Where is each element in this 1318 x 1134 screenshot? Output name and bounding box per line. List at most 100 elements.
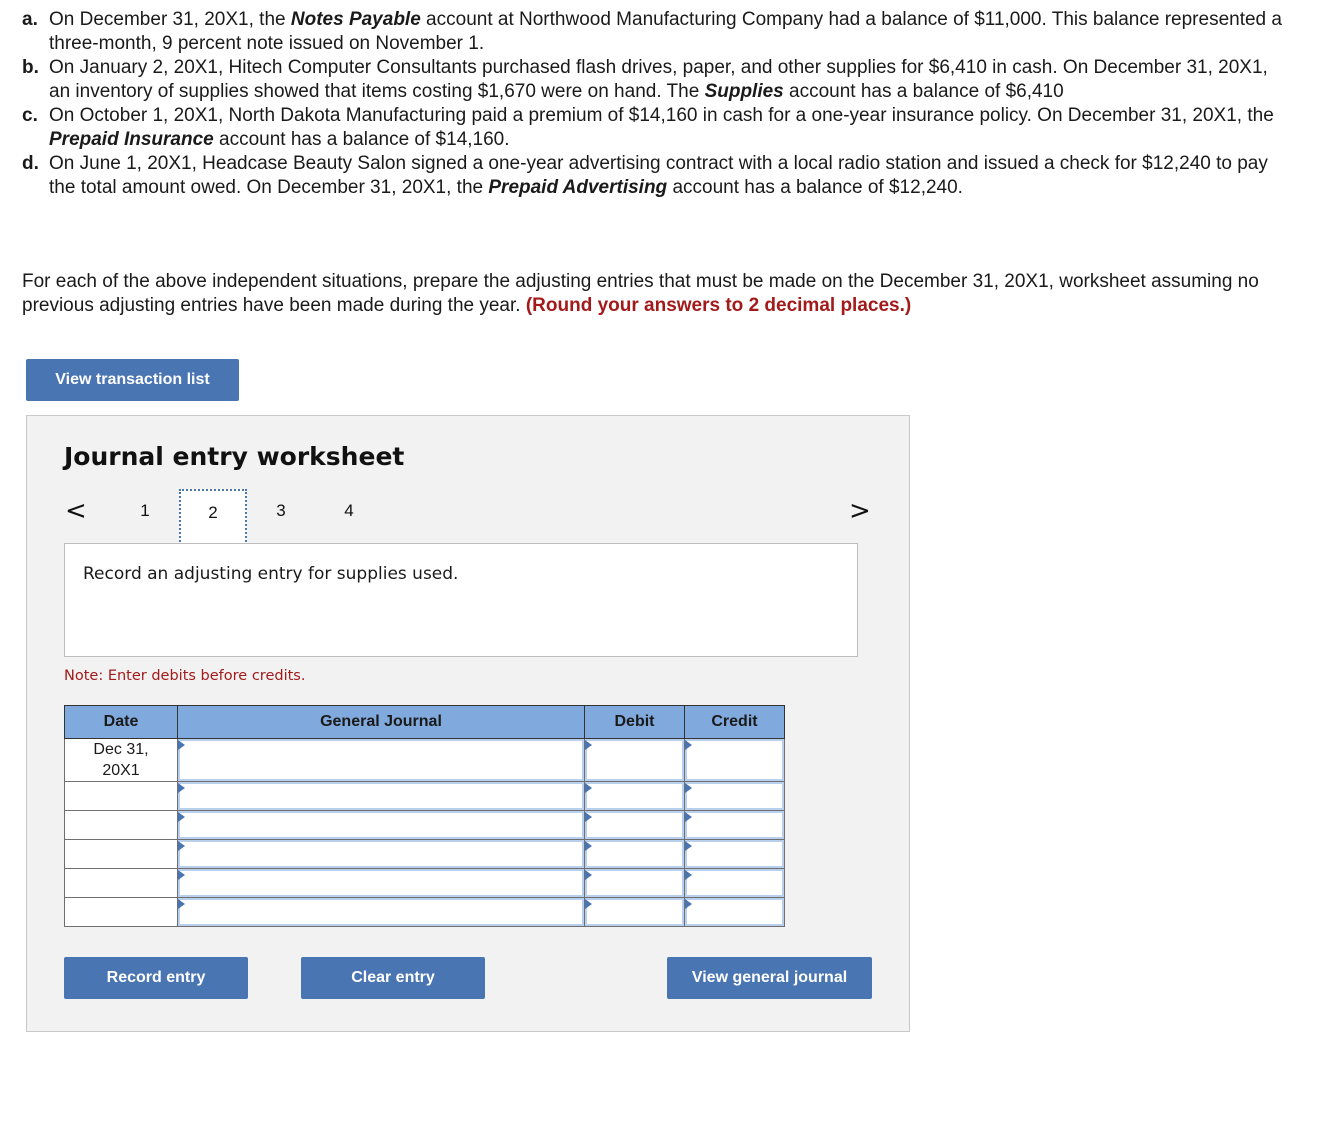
- problem-label: c.: [22, 105, 38, 126]
- chevron-right-icon[interactable]: >: [849, 496, 871, 526]
- debit-credit-note: Note: Enter debits before credits.: [64, 668, 306, 684]
- account-name: Supplies: [704, 81, 784, 102]
- view-general-journal-button[interactable]: View general journal: [667, 957, 872, 999]
- debit-input-cell: [584, 738, 685, 782]
- problem-item: b. On January 2, 20X1, Hitech Computer Co…: [22, 56, 1282, 104]
- dropdown-indicator-icon: [178, 870, 185, 880]
- step-tabs: 1234: [111, 489, 383, 546]
- dropdown-indicator-icon: [585, 812, 592, 822]
- credit-input[interactable]: [685, 739, 784, 781]
- credit-input[interactable]: [685, 869, 784, 897]
- date-cell: [64, 897, 178, 927]
- problem-text-segment: On October 1, 20X1, North Dakota Manufac…: [49, 105, 1274, 126]
- view-transaction-list-button[interactable]: View transaction list: [26, 359, 239, 401]
- credit-input[interactable]: [685, 898, 784, 926]
- problem-text: On October 1, 20X1, North Dakota Manufac…: [49, 104, 1282, 152]
- header-credit: Credit: [684, 705, 785, 739]
- chevron-left-icon[interactable]: <: [65, 496, 87, 526]
- debit-input-cell: [584, 839, 685, 869]
- step-tab-3[interactable]: 3: [247, 489, 315, 543]
- credit-input[interactable]: [685, 782, 784, 810]
- entry-prompt-box: Record an adjusting entry for supplies u…: [64, 543, 858, 657]
- entry-prompt: Record an adjusting entry for supplies u…: [83, 564, 459, 584]
- debit-input[interactable]: [585, 898, 684, 926]
- account-select-cell: [177, 781, 585, 811]
- journal-table: Date General Journal Debit Credit Dec 31…: [64, 705, 785, 927]
- header-debit: Debit: [584, 705, 685, 739]
- account-select-cell: [177, 810, 585, 840]
- dropdown-indicator-icon: [685, 783, 692, 793]
- credit-input[interactable]: [685, 811, 784, 839]
- dropdown-indicator-icon: [585, 783, 592, 793]
- date-cell: [64, 839, 178, 869]
- dropdown-indicator-icon: [685, 812, 692, 822]
- credit-input-cell: [684, 738, 785, 782]
- problem-text: On June 1, 20X1, Headcase Beauty Salon s…: [49, 152, 1282, 200]
- dropdown-indicator-icon: [685, 740, 692, 750]
- table-row: [64, 810, 785, 840]
- account-select-cell: [177, 839, 585, 869]
- date-line-1: Dec 31,: [93, 741, 149, 758]
- problem-label: b.: [22, 57, 39, 78]
- dropdown-indicator-icon: [178, 841, 185, 851]
- dropdown-indicator-icon: [585, 899, 592, 909]
- credit-input-cell: [684, 897, 785, 927]
- account-name: Prepaid Advertising: [488, 177, 668, 198]
- problem-text: On January 2, 20X1, Hitech Computer Cons…: [49, 56, 1282, 104]
- debit-input-cell: [584, 897, 685, 927]
- account-select[interactable]: [178, 869, 584, 897]
- dropdown-indicator-icon: [685, 870, 692, 880]
- dropdown-indicator-icon: [178, 740, 185, 750]
- step-tab-2[interactable]: 2: [179, 489, 247, 546]
- credit-input-cell: [684, 868, 785, 898]
- step-tab-1[interactable]: 1: [111, 489, 179, 543]
- problem-item: a. On December 31, 20X1, the Notes Payabl…: [22, 8, 1282, 56]
- clear-entry-button[interactable]: Clear entry: [301, 957, 485, 999]
- problem-label: a.: [22, 9, 38, 30]
- header-general-journal: General Journal: [177, 705, 585, 739]
- debit-input-cell: [584, 868, 685, 898]
- debit-input[interactable]: [585, 782, 684, 810]
- problem-text-segment: account has a balance of $14,160.: [213, 129, 510, 150]
- debit-input[interactable]: [585, 811, 684, 839]
- debit-input[interactable]: [585, 869, 684, 897]
- journal-header-row: Date General Journal Debit Credit: [64, 705, 785, 739]
- account-select-cell: [177, 897, 585, 927]
- date-cell: [64, 810, 178, 840]
- dropdown-indicator-icon: [685, 899, 692, 909]
- debit-input-cell: [584, 810, 685, 840]
- account-select[interactable]: [178, 739, 584, 781]
- record-entry-button[interactable]: Record entry: [64, 957, 248, 999]
- dropdown-indicator-icon: [585, 841, 592, 851]
- problem-text: On December 31, 20X1, the Notes Payable …: [49, 8, 1282, 56]
- dropdown-indicator-icon: [585, 870, 592, 880]
- account-select[interactable]: [178, 811, 584, 839]
- problem-list: a. On December 31, 20X1, the Notes Payabl…: [22, 8, 1282, 200]
- dropdown-indicator-icon: [585, 740, 592, 750]
- problem-label: d.: [22, 153, 39, 174]
- debit-input[interactable]: [585, 739, 684, 781]
- debit-input[interactable]: [585, 840, 684, 868]
- account-select-cell: [177, 738, 585, 782]
- step-tab-4[interactable]: 4: [315, 489, 383, 543]
- table-row: [64, 781, 785, 811]
- dropdown-indicator-icon: [178, 783, 185, 793]
- table-row: [64, 868, 785, 898]
- date-cell: [64, 868, 178, 898]
- problem-text-segment: On January 2, 20X1, Hitech Computer Cons…: [49, 57, 1268, 102]
- account-select[interactable]: [178, 782, 584, 810]
- credit-input-cell: [684, 839, 785, 869]
- worksheet-title: Journal entry worksheet: [64, 442, 405, 471]
- credit-input-cell: [684, 781, 785, 811]
- account-select[interactable]: [178, 840, 584, 868]
- credit-input[interactable]: [685, 840, 784, 868]
- credit-input-cell: [684, 810, 785, 840]
- date-line-2: 20X1: [102, 762, 140, 779]
- problem-item: c. On October 1, 20X1, North Dakota Manuf…: [22, 104, 1282, 152]
- dropdown-indicator-icon: [178, 899, 185, 909]
- account-select-cell: [177, 868, 585, 898]
- account-select[interactable]: [178, 898, 584, 926]
- problem-text-segment: account has a balance of $12,240.: [667, 177, 963, 198]
- instructions: For each of the above independent situat…: [22, 270, 1292, 318]
- rounding-note: (Round your answers to 2 decimal places.…: [525, 295, 912, 316]
